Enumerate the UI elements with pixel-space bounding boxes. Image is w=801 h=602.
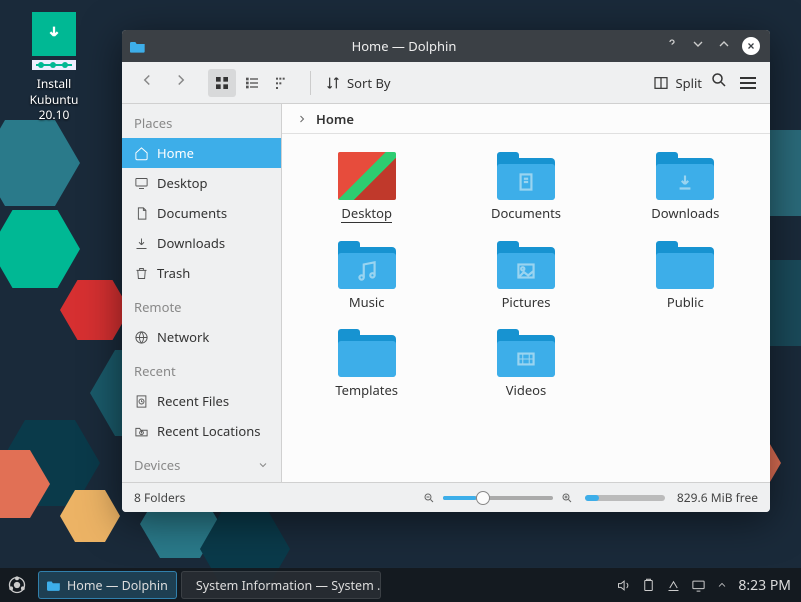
sidebar-item-downloads[interactable]: Downloads xyxy=(122,228,281,258)
back-button[interactable] xyxy=(132,67,162,98)
desktop-icon xyxy=(134,176,149,191)
sidebar-item-home[interactable]: Home xyxy=(122,138,281,168)
minimize-button[interactable] xyxy=(690,36,706,56)
display-icon[interactable] xyxy=(691,578,706,593)
file-item-pictures[interactable]: Pictures xyxy=(451,241,600,311)
sidebar-item-desktop[interactable]: Desktop xyxy=(122,168,281,198)
home-icon xyxy=(134,146,149,161)
sidebar: Places HomeDesktopDocumentsDownloadsTras… xyxy=(122,104,282,482)
search-button[interactable] xyxy=(706,67,732,98)
file-item-templates[interactable]: Templates xyxy=(292,329,441,399)
documents-icon xyxy=(134,206,149,221)
folder-icon xyxy=(497,241,555,289)
recent-files-icon xyxy=(134,394,149,409)
desktop-icon-install-kubuntu[interactable]: Install Kubuntu 20.10 xyxy=(14,12,94,123)
app-icon xyxy=(122,39,154,53)
volume-icon[interactable] xyxy=(616,578,631,593)
taskbar-task[interactable]: Home — Dolphin xyxy=(38,571,177,599)
file-item-videos[interactable]: Videos xyxy=(451,329,600,399)
file-item-documents[interactable]: Documents xyxy=(451,152,600,223)
folder-icon xyxy=(338,241,396,289)
zoom-out-icon xyxy=(423,492,435,504)
forward-button[interactable] xyxy=(166,67,196,98)
folder-icon xyxy=(497,152,555,200)
split-button[interactable]: Split xyxy=(653,74,702,92)
recent-section-header[interactable]: Recent xyxy=(122,352,281,386)
breadcrumb[interactable]: Home xyxy=(282,104,770,134)
recent-locations-icon xyxy=(134,424,149,439)
sidebar-item-recent-locations[interactable]: Recent Locations xyxy=(122,416,281,446)
file-item-desktop[interactable]: Desktop xyxy=(292,152,441,223)
maximize-button[interactable] xyxy=(716,36,732,56)
toolbar: Sort By Split xyxy=(122,62,770,104)
disk-usage-bar xyxy=(585,495,665,501)
sidebar-item-network[interactable]: Network xyxy=(122,322,281,352)
menu-button[interactable] xyxy=(736,73,760,93)
chevron-down-icon xyxy=(257,459,269,471)
desktop-folder-icon xyxy=(338,152,396,200)
network-icon xyxy=(134,330,149,345)
dolphin-window: Home — Dolphin Sort By Split P xyxy=(122,30,770,512)
item-count: 8 Folders xyxy=(134,489,185,506)
compact-view-button[interactable] xyxy=(238,69,266,97)
zoom-slider[interactable] xyxy=(423,492,573,504)
clipboard-icon[interactable] xyxy=(641,578,656,593)
folder-icon xyxy=(338,329,396,377)
file-item-music[interactable]: Music xyxy=(292,241,441,311)
downloads-icon xyxy=(134,236,149,251)
file-grid: DesktopDocumentsDownloads MusicPicturesPu… xyxy=(282,134,770,482)
status-bar: 8 Folders 829.6 MiB free xyxy=(122,482,770,512)
devices-section-header[interactable]: Devices xyxy=(122,446,281,480)
network-icon[interactable] xyxy=(666,578,681,593)
file-item-downloads[interactable]: Downloads xyxy=(611,152,760,223)
taskbar-task[interactable]: System Information — System ... xyxy=(181,571,381,599)
tray-expand-icon[interactable] xyxy=(716,579,728,591)
file-item-public[interactable]: Public xyxy=(611,241,760,311)
details-view-button[interactable] xyxy=(268,69,296,97)
sidebar-item-trash[interactable]: Trash xyxy=(122,258,281,288)
places-section-header[interactable]: Places xyxy=(122,104,281,138)
download-icon xyxy=(32,12,76,56)
app-launcher[interactable] xyxy=(0,568,34,602)
remote-section-header[interactable]: Remote xyxy=(122,288,281,322)
folder-icon xyxy=(497,329,555,377)
icons-view-button[interactable] xyxy=(208,69,236,97)
desktop-icon-label: Install Kubuntu 20.10 xyxy=(14,76,94,123)
sidebar-item-recent-files[interactable]: Recent Files xyxy=(122,386,281,416)
folder-icon xyxy=(656,241,714,289)
chevron-right-icon xyxy=(296,113,308,125)
disk-free: 829.6 MiB free xyxy=(677,489,758,506)
titlebar[interactable]: Home — Dolphin xyxy=(122,30,770,62)
window-title: Home — Dolphin xyxy=(154,37,654,55)
help-button[interactable] xyxy=(664,36,680,56)
taskbar: Home — DolphinSystem Information — Syste… xyxy=(0,568,801,602)
trash-icon xyxy=(134,266,149,281)
sidebar-item-documents[interactable]: Documents xyxy=(122,198,281,228)
folder-icon xyxy=(656,152,714,200)
zoom-in-icon xyxy=(561,492,573,504)
clock[interactable]: 8:23 PM xyxy=(734,576,801,595)
system-tray xyxy=(610,578,734,593)
close-button[interactable] xyxy=(742,37,760,55)
sort-by-button[interactable]: Sort By xyxy=(325,74,391,92)
